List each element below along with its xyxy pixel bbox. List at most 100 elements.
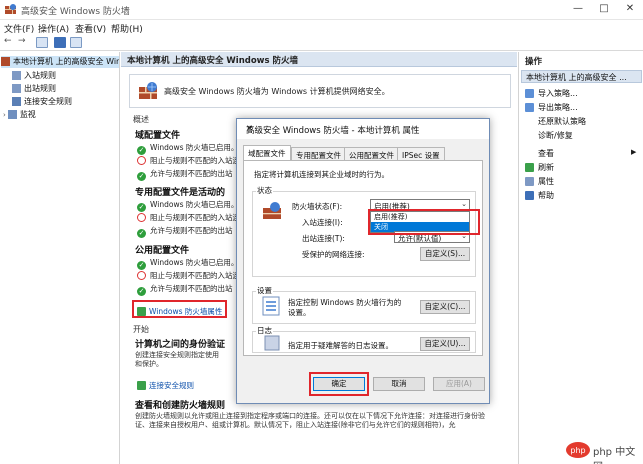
submenu-arrow-icon: ▶ xyxy=(631,148,637,156)
customize-protected-button[interactable]: 自定义(S)... xyxy=(420,247,470,261)
action-label: 导入策略... xyxy=(538,89,578,98)
center-header-title: 本地计算机 上的高级安全 Windows 防火墙 xyxy=(127,56,299,66)
menu-bar: 文件(F) 操作(A) 查看(V) 帮助(H) xyxy=(0,20,643,35)
tree-item-inbound[interactable]: 入站规则 xyxy=(12,70,56,82)
firewall-icon xyxy=(1,57,10,66)
settings-description: 设置。 xyxy=(288,308,311,317)
action-label: 还原默认策略 xyxy=(538,117,586,126)
chevron-down-icon: ⌄ xyxy=(461,200,467,208)
expand-chevron-icon[interactable]: › xyxy=(3,111,6,119)
maximize-button[interactable]: □ xyxy=(597,3,611,14)
log-description: 指定用于疑难解答的日志设置。 xyxy=(288,341,393,350)
show-tree-icon[interactable] xyxy=(36,37,48,48)
status-text: 阻止与规则不匹配的入站连 xyxy=(150,156,240,165)
action-export-policy[interactable]: 导出策略... xyxy=(525,102,578,113)
tab-domain-profile[interactable]: 域配置文件 xyxy=(243,145,291,161)
firewall-state-label: 防火墙状态(F): xyxy=(292,202,343,211)
dialog-close-button[interactable]: ✕ xyxy=(246,124,483,134)
action-restore-default[interactable]: 还原默认策略 xyxy=(538,116,586,127)
firewall-app-icon xyxy=(5,4,16,14)
close-button[interactable]: ✕ xyxy=(623,3,637,14)
tree-item-monitoring[interactable]: › 监视 xyxy=(3,109,36,121)
tab-ipsec-settings[interactable]: IPSec 设置 xyxy=(397,147,445,161)
outbound-rules-icon xyxy=(12,84,21,93)
inbound-connections-label: 入站连接(I): xyxy=(302,218,343,227)
actions-subheader-label: 本地计算机 上的高级安全 ... xyxy=(526,73,627,82)
window-title: 高级安全 Windows 防火墙 xyxy=(21,7,130,17)
check-icon: ✓ xyxy=(137,146,146,155)
auth-section-text: 创建连接安全规则指定使用 xyxy=(135,351,219,359)
status-line: ✓ 允许与规则不匹配的出站 xyxy=(137,225,233,238)
back-arrow-icon[interactable]: ← xyxy=(4,36,16,47)
menu-view[interactable]: 查看(V) xyxy=(75,22,106,35)
tab-private-profile[interactable]: 专用配置文件 xyxy=(291,147,346,161)
inbound-rules-icon xyxy=(12,71,21,80)
start-label: 开始 xyxy=(133,325,149,334)
auth-section-text: 和保护。 xyxy=(135,360,163,368)
tree-item-outbound[interactable]: 出站规则 xyxy=(12,83,56,95)
forward-arrow-icon[interactable]: → xyxy=(18,36,30,47)
help-book-icon[interactable] xyxy=(54,37,66,48)
title-bar: 高级安全 Windows 防火墙 — □ ✕ xyxy=(0,0,643,20)
rules-section-text: 证、连接来自授权用户、组或计算机。默认情况下，阻止入站连接(除非它们与允许它们的… xyxy=(135,421,456,429)
tree-item-label: 入站规则 xyxy=(24,71,56,80)
status-text: 允许与规则不匹配的出站 xyxy=(150,169,233,178)
watermark-text: php 中文网 xyxy=(593,447,636,464)
highlight-box xyxy=(309,372,369,396)
center-header: 本地计算机 上的高级安全 Windows 防火墙 xyxy=(121,52,517,67)
rules-section-title: 查看和创建防火墙规则 xyxy=(135,401,226,411)
check-icon: ✓ xyxy=(137,261,146,270)
customize-settings-button[interactable]: 自定义(C)... xyxy=(420,300,470,314)
intro-box: 高级安全 Windows 防火墙为 Windows 计算机提供网络安全。 xyxy=(129,74,511,108)
rules-section-text: 创建防火墙规则以允许或阻止连接到指定程序或端口的连接。还可以仅在以下情况下允许连… xyxy=(135,412,485,420)
tree-root[interactable]: 本地计算机 上的高级安全 Win xyxy=(1,56,119,68)
intro-text: 高级安全 Windows 防火墙为 Windows 计算机提供网络安全。 xyxy=(164,87,390,96)
status-line: ✓ 允许与规则不匹配的出站 xyxy=(137,283,233,296)
status-line: 阻止与规则不匹配的入站连 xyxy=(137,155,240,166)
action-diagnose-repair[interactable]: 诊断/修复 xyxy=(538,130,573,141)
check-icon: ✓ xyxy=(137,203,146,212)
status-text: 阻止与规则不匹配的入站连 xyxy=(150,213,240,222)
cancel-button[interactable]: 取消 xyxy=(373,377,425,391)
status-line: 阻止与规则不匹配的入站连 xyxy=(137,270,240,281)
connection-security-icon xyxy=(12,97,21,106)
action-import-policy[interactable]: 导入策略... xyxy=(525,88,578,99)
actions-subheader[interactable]: 本地计算机 上的高级安全 ... xyxy=(521,70,642,83)
domain-profile-panel: 指定将计算机连接到其企业域时的行为。 状态 防火墙状态(F): 启用(推荐) ⌄ … xyxy=(243,160,483,356)
svg-text:php: php xyxy=(570,446,585,455)
refresh-icon xyxy=(525,163,534,172)
outbound-connections-label: 出站连接(T): xyxy=(302,234,345,243)
tree-item-label: 连接安全规则 xyxy=(24,97,72,106)
menu-file[interactable]: 文件(F) xyxy=(4,22,34,35)
tree-item-connection-security[interactable]: 连接安全规则 xyxy=(12,96,72,108)
tab-public-profile[interactable]: 公用配置文件 xyxy=(344,147,399,161)
block-icon xyxy=(137,271,146,280)
protected-connections-label: 受保护的网络连接: xyxy=(302,250,365,259)
action-label: 帮助 xyxy=(538,191,554,200)
link-text[interactable]: 连接安全规则 xyxy=(149,381,194,390)
show-action-pane-icon[interactable] xyxy=(70,37,82,48)
php-logo-watermark: php php 中文网 xyxy=(565,440,639,464)
block-icon xyxy=(137,213,146,222)
minimize-button[interactable]: — xyxy=(571,3,585,14)
tree-item-label: 出站规则 xyxy=(24,84,56,93)
action-label: 诊断/修复 xyxy=(538,131,573,140)
action-properties[interactable]: 属性 xyxy=(525,176,554,187)
action-label: 刷新 xyxy=(538,163,554,172)
status-line: ✓ Windows 防火墙已启用。 xyxy=(137,199,238,212)
private-profile-title: 专用配置文件是活动的 xyxy=(135,188,226,198)
action-help[interactable]: 帮助 xyxy=(525,190,554,201)
import-icon xyxy=(525,89,534,98)
export-icon xyxy=(525,103,534,112)
status-text: 允许与规则不匹配的出站 xyxy=(150,284,233,293)
connection-security-link[interactable]: 连接安全规则 xyxy=(137,380,194,391)
actions-header-title: 操作 xyxy=(525,57,543,67)
toolbar: ← → xyxy=(0,35,643,51)
action-refresh[interactable]: 刷新 xyxy=(525,162,554,173)
action-label: 导出策略... xyxy=(538,103,578,112)
apply-button[interactable]: 应用(A) xyxy=(433,377,485,391)
action-view[interactable]: 查看 xyxy=(538,148,554,159)
menu-help[interactable]: 帮助(H) xyxy=(111,22,143,35)
customize-log-button[interactable]: 自定义(U)... xyxy=(420,337,470,351)
menu-action[interactable]: 操作(A) xyxy=(38,22,69,35)
